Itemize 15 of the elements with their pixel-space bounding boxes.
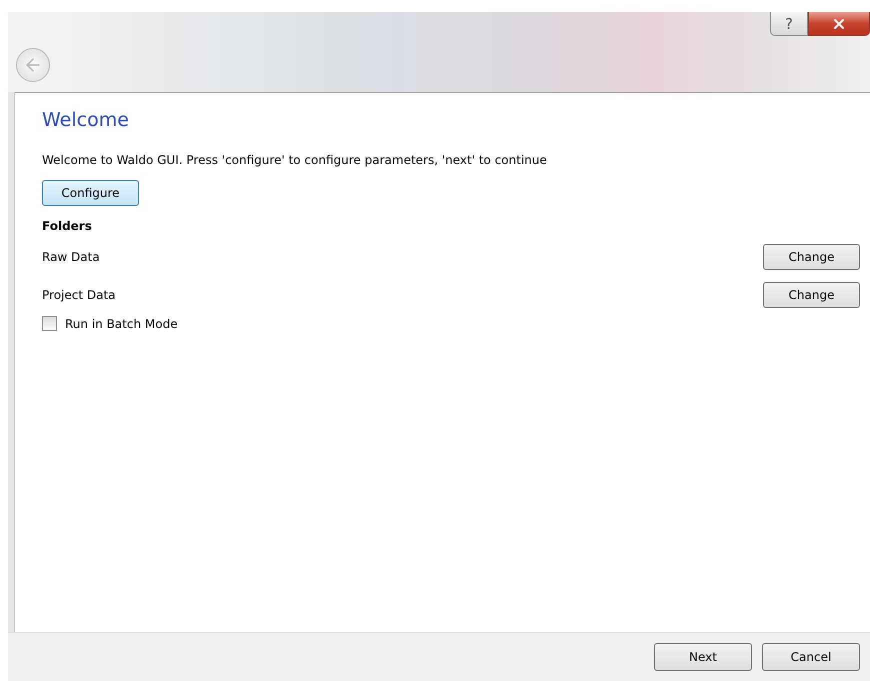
help-button[interactable]: ? — [770, 12, 808, 36]
page-title: Welcome — [42, 109, 130, 131]
folder-label: Raw Data — [42, 250, 100, 264]
folder-label: Project Data — [42, 288, 116, 302]
change-button[interactable]: Change — [763, 282, 860, 308]
configure-button[interactable]: Configure — [42, 180, 139, 206]
section-heading: Folders — [42, 219, 92, 233]
footer-button[interactable]: Next — [654, 643, 752, 671]
close-button[interactable] — [808, 12, 870, 36]
intro-text: Welcome to Waldo GUI. Press 'configure' to configure parameters, 'next' to continue — [42, 153, 548, 167]
batch-mode-checkbox[interactable] — [42, 316, 57, 331]
checkbox-label: Run in Batch Mode — [65, 316, 178, 330]
back-button[interactable] — [16, 48, 50, 82]
change-button[interactable]: Change — [763, 244, 860, 270]
footer-button[interactable]: Cancel — [762, 643, 860, 671]
